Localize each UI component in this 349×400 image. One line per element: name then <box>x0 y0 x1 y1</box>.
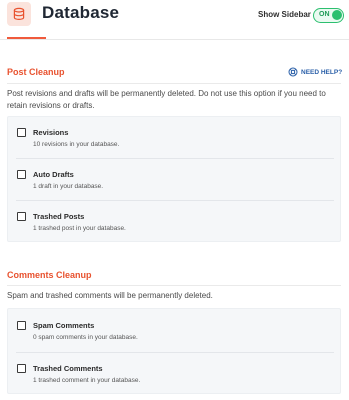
spam-comments-checkbox[interactable] <box>17 321 26 330</box>
revisions-checkbox[interactable] <box>17 128 26 137</box>
item-detail: 1 trashed post in your database. <box>33 225 126 232</box>
item-label: Revisions <box>33 128 69 137</box>
trashed-posts-checkbox[interactable] <box>17 212 26 221</box>
header-bar: Database Show Sidebar ON <box>0 0 349 40</box>
list-item-auto-drafts[interactable]: Auto Drafts 1 draft in your database. <box>8 159 340 201</box>
list-item-revisions[interactable]: Revisions 10 revisions in your database. <box>8 117 340 159</box>
item-label: Auto Drafts <box>33 170 74 179</box>
item-label: Trashed Posts <box>33 212 85 221</box>
list-item-spam-comments[interactable]: Spam Comments 0 spam comments in your da… <box>8 309 340 351</box>
comments-cleanup-panel: Spam Comments 0 spam comments in your da… <box>7 308 341 394</box>
item-detail: 0 spam comments in your database. <box>33 334 138 341</box>
lifebuoy-icon <box>288 67 298 77</box>
item-detail: 1 draft in your database. <box>33 183 104 190</box>
page-title: Database <box>42 3 120 22</box>
trashed-comments-checkbox[interactable] <box>17 364 26 373</box>
section-title-post-cleanup: Post Cleanup <box>7 67 65 77</box>
show-sidebar-toggle[interactable]: ON <box>313 8 344 23</box>
toggle-knob <box>332 10 342 20</box>
auto-drafts-checkbox[interactable] <box>17 170 26 179</box>
item-detail: 10 revisions in your database. <box>33 141 120 148</box>
list-item-trashed-comments[interactable]: Trashed Comments 1 trashed comment in yo… <box>8 353 340 395</box>
section-divider <box>7 83 341 84</box>
section-title-comments-cleanup: Comments Cleanup <box>7 270 92 280</box>
post-cleanup-description: Post revisions and drafts will be perman… <box>7 89 326 110</box>
database-icon <box>7 2 31 26</box>
toggle-state-label: ON <box>319 11 330 18</box>
item-label: Spam Comments <box>33 321 95 330</box>
active-tab-indicator <box>7 37 46 39</box>
comments-cleanup-description: Spam and trashed comments will be perman… <box>7 291 213 300</box>
item-detail: 1 trashed comment in your database. <box>33 377 141 384</box>
need-help-link[interactable]: NEED HELP? <box>288 66 342 78</box>
post-cleanup-panel: Revisions 10 revisions in your database.… <box>7 116 341 242</box>
list-item-trashed-posts[interactable]: Trashed Posts 1 trashed post in your dat… <box>8 201 340 243</box>
section-divider <box>7 285 341 286</box>
need-help-label: NEED HELP? <box>301 68 343 76</box>
item-label: Trashed Comments <box>33 364 103 373</box>
show-sidebar-label: Show Sidebar <box>258 10 311 19</box>
